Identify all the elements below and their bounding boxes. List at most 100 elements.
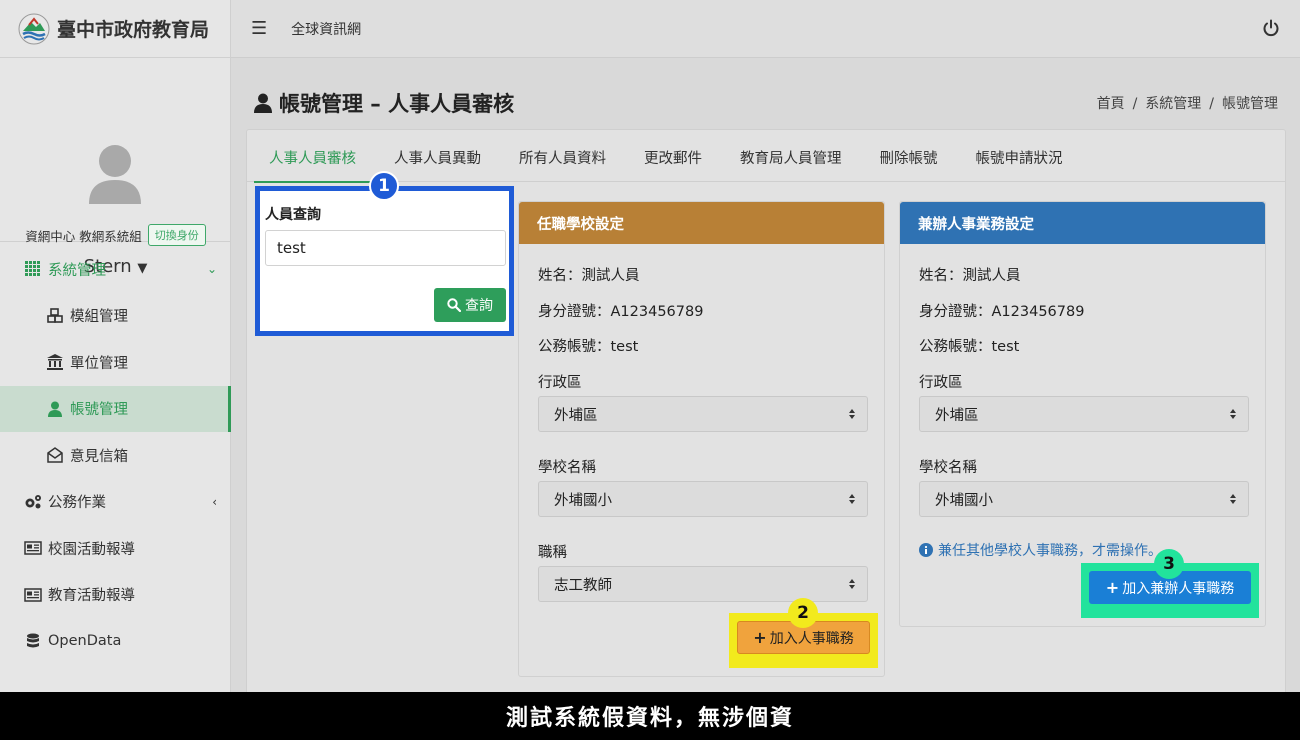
district-label: 行政區 <box>538 375 582 391</box>
search-button-label: 查詢 <box>465 298 493 314</box>
plus-icon: + <box>1105 578 1120 597</box>
tab-application-status[interactable]: 帳號申請狀況 <box>976 130 1063 182</box>
newspaper-icon <box>24 586 42 604</box>
sidebar-item-label: 教育活動報導 <box>48 588 135 605</box>
panel-title: 兼辦人事業務設定 <box>900 202 1265 244</box>
search-label: 人員查詢 <box>265 207 321 223</box>
tab-bureau-staff[interactable]: 教育局人員管理 <box>740 130 842 182</box>
school-select-value: 外埔國小 <box>554 492 612 509</box>
select-arrows-icon <box>1230 494 1236 504</box>
sidebar-item-account-management[interactable]: 帳號管理 <box>0 385 231 432</box>
name-line: 姓名：測試人員 <box>919 268 1021 284</box>
breadcrumb-separator: / <box>1132 96 1138 112</box>
tab-personnel-change[interactable]: 人事人員異動 <box>394 130 481 182</box>
sidebar-item-label: 單位管理 <box>70 355 128 372</box>
sidebar-item-feedback-mailbox[interactable]: 意見信箱 <box>0 432 231 479</box>
global-site-link[interactable]: 全球資訊網 <box>291 19 361 39</box>
sidebar-item-label: 公務作業 <box>48 495 106 512</box>
breadcrumb-separator: / <box>1209 96 1214 112</box>
step-badge-2: 2 <box>788 598 818 628</box>
newspaper-icon <box>24 539 42 557</box>
job-title-select[interactable]: 志工教師 <box>538 566 868 602</box>
power-icon[interactable] <box>1262 19 1280 37</box>
cogs-icon <box>24 493 42 511</box>
breadcrumb-home[interactable]: 首頁 <box>1097 96 1125 112</box>
job-title-label: 職稱 <box>538 545 567 561</box>
tab-all-personnel[interactable]: 所有人員資料 <box>519 130 606 182</box>
search-button[interactable]: 查詢 <box>434 288 506 322</box>
hamburger-menu-icon[interactable]: ☰ <box>251 18 267 39</box>
district-select[interactable]: 外埔區 <box>538 396 868 432</box>
concurrent-duty-hint: 兼任其他學校人事職務，才需操作。 <box>919 540 1162 560</box>
search-icon <box>447 298 461 312</box>
database-icon <box>24 632 42 650</box>
tab-personnel-review[interactable]: 人事人員審核 <box>254 130 371 183</box>
sidebar-item-label: OpenData <box>48 633 122 650</box>
institution-icon <box>46 353 64 371</box>
sidebar-item-label: 意見信箱 <box>70 448 128 465</box>
district-label: 行政區 <box>919 375 963 391</box>
account-line: 公務帳號：test <box>919 339 1020 355</box>
sidebar-item-unit-management[interactable]: 單位管理 <box>0 339 231 386</box>
sidebar-item-education-news[interactable]: 教育活動報導 <box>0 572 231 619</box>
plus-icon: + <box>753 628 767 647</box>
breadcrumb-current: 帳號管理 <box>1222 96 1278 112</box>
caption-banner: 測試系統假資料，無涉個資 <box>0 692 1300 740</box>
select-arrows-icon <box>849 494 855 504</box>
id-line: 身分證號：A123456789 <box>919 304 1085 320</box>
select-arrows-icon <box>1230 409 1236 419</box>
tab-bar: 人事人員審核 人事人員異動 所有人員資料 更改郵件 教育局人員管理 刪除帳號 帳… <box>247 130 1285 183</box>
panel-title: 任職學校設定 <box>519 202 884 244</box>
sidebar-item-label: 系統管理 <box>48 262 106 279</box>
sidebar: 臺中市政府教育局 資網中心 教網系統組 切換身份 Stern ▼ 系統管理 ⌄ … <box>0 0 231 692</box>
page-title-text: 帳號管理 – 人事人員審核 <box>279 92 515 116</box>
switch-identity-button[interactable]: 切換身份 <box>147 224 206 246</box>
hint-text: 兼任其他學校人事職務，才需操作。 <box>938 543 1162 559</box>
brand[interactable]: 臺中市政府教育局 <box>0 0 230 58</box>
district-select[interactable]: 外埔區 <box>919 396 1249 432</box>
chevron-down-icon: ⌄ <box>206 262 217 277</box>
search-input[interactable] <box>265 230 506 266</box>
school-select[interactable]: 外埔國小 <box>538 481 868 517</box>
school-select-value: 外埔國小 <box>935 492 993 509</box>
add-concurrent-duty-label: 加入兼辦人事職務 <box>1122 580 1235 597</box>
user-org: 資網中心 教網系統組 切換身份 <box>0 224 231 246</box>
id-line: 身分證號：A123456789 <box>538 304 704 320</box>
user-icon <box>254 93 272 113</box>
page-title: 帳號管理 – 人事人員審核 <box>253 88 514 118</box>
select-arrows-icon <box>849 579 855 589</box>
school-assignment-panel: 任職學校設定 姓名：測試人員 身分證號：A123456789 公務帳號：test… <box>518 201 885 677</box>
topbar: ☰ 全球資訊網 <box>231 0 1300 58</box>
account-line: 公務帳號：test <box>538 339 639 355</box>
sidebar-item-system-management[interactable]: 系統管理 ⌄ <box>0 246 231 293</box>
sidebar-item-label: 校園活動報導 <box>48 541 135 558</box>
education-bureau-logo-icon <box>18 13 50 44</box>
personnel-search-box: 人員查詢 查詢 <box>255 186 514 336</box>
step-badge-1: 1 <box>369 171 399 201</box>
school-select[interactable]: 外埔國小 <box>919 481 1249 517</box>
district-select-value: 外埔區 <box>935 407 979 424</box>
select-arrows-icon <box>849 409 855 419</box>
sidebar-item-label: 模組管理 <box>70 309 128 326</box>
chevron-left-icon: ‹ <box>212 494 217 509</box>
sidebar-item-module-management[interactable]: 模組管理 <box>0 293 231 340</box>
sidebar-item-label: 帳號管理 <box>70 402 128 419</box>
breadcrumb: 首頁 / 系統管理 / 帳號管理 <box>1097 93 1278 113</box>
breadcrumb-system[interactable]: 系統管理 <box>1145 96 1201 112</box>
school-label: 學校名稱 <box>919 460 977 476</box>
user-icon <box>46 400 64 418</box>
sidebar-item-official-work[interactable]: 公務作業 ‹ <box>0 479 231 526</box>
brand-title: 臺中市政府教育局 <box>57 19 210 41</box>
tab-change-email[interactable]: 更改郵件 <box>644 130 702 182</box>
grid-icon <box>24 260 42 278</box>
add-personnel-duty-label: 加入人事職務 <box>769 630 854 647</box>
school-label: 學校名稱 <box>538 460 596 476</box>
cubes-icon <box>46 307 64 325</box>
sidebar-item-opendata[interactable]: OpenData <box>0 618 231 665</box>
tab-delete-account[interactable]: 刪除帳號 <box>880 130 938 182</box>
name-line: 姓名：測試人員 <box>538 268 640 284</box>
info-circle-icon <box>919 543 933 557</box>
user-panel: 資網中心 教網系統組 切換身份 Stern ▼ <box>0 58 230 277</box>
sidebar-item-campus-news[interactable]: 校園活動報導 <box>0 525 231 572</box>
district-select-value: 外埔區 <box>554 407 598 424</box>
